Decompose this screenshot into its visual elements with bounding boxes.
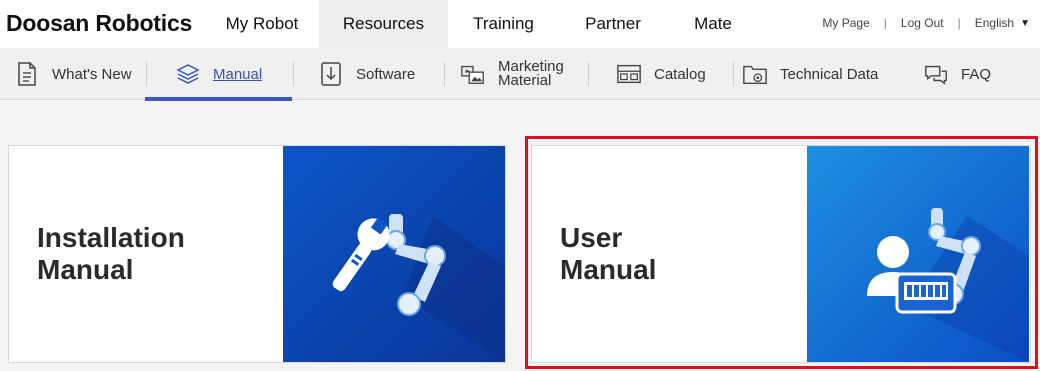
layers-icon bbox=[175, 61, 201, 87]
card-title-line1: User bbox=[560, 222, 623, 253]
divider bbox=[444, 62, 445, 86]
folder-gear-icon bbox=[742, 61, 768, 87]
caret-down-icon[interactable]: ▼ bbox=[1020, 18, 1030, 29]
util-separator: | bbox=[957, 16, 961, 30]
tab-catalog[interactable]: Catalog bbox=[616, 48, 706, 100]
divider bbox=[588, 62, 589, 86]
nav-item-partner[interactable]: Partner bbox=[559, 0, 667, 48]
media-icon bbox=[460, 61, 486, 87]
tab-manual[interactable]: Manual bbox=[144, 48, 293, 101]
nav-item-training[interactable]: Training bbox=[448, 0, 559, 48]
tab-label: Manual bbox=[213, 65, 263, 83]
language-select[interactable]: English bbox=[975, 16, 1014, 30]
nav-item-mate[interactable]: Mate bbox=[667, 0, 759, 48]
resources-sub-nav: What's New Manual Software Marketing Mat… bbox=[0, 48, 1040, 101]
util-separator: | bbox=[883, 16, 887, 30]
tab-label: FAQ bbox=[961, 65, 992, 83]
main-nav: My Robot Resources Training Partner Mate bbox=[205, 0, 759, 48]
manual-content: Installation Manual User Manual bbox=[0, 114, 1040, 371]
divider bbox=[733, 62, 734, 86]
card-title: Installation Manual bbox=[9, 146, 283, 362]
divider bbox=[146, 62, 147, 86]
installation-manual-card[interactable]: Installation Manual bbox=[8, 145, 506, 363]
brand-logo[interactable]: Doosan Robotics bbox=[6, 10, 192, 37]
wrench-robot-arm-icon bbox=[283, 146, 505, 362]
top-navigation-bar: Doosan Robotics My Robot Resources Train… bbox=[0, 0, 1040, 48]
card-title-line2: Manual bbox=[37, 254, 134, 285]
divider bbox=[293, 62, 294, 86]
tab-label: Technical Data bbox=[780, 65, 879, 83]
utility-links: My Page | Log Out | English ▼ bbox=[822, 16, 1030, 30]
my-page-link[interactable]: My Page bbox=[822, 16, 869, 30]
chat-bubbles-icon bbox=[923, 61, 949, 87]
card-title-line1: Installation bbox=[37, 222, 185, 253]
document-icon bbox=[14, 61, 40, 87]
tab-whats-new[interactable]: What's New bbox=[14, 48, 132, 100]
catalog-icon bbox=[616, 61, 642, 87]
download-icon bbox=[318, 61, 344, 87]
tab-technical-data[interactable]: Technical Data bbox=[742, 48, 878, 100]
user-pendant-robot-arm-icon bbox=[807, 146, 1029, 362]
tab-label: Software bbox=[356, 65, 416, 83]
user-manual-card[interactable]: User Manual bbox=[531, 145, 1031, 363]
tab-software[interactable]: Software bbox=[318, 48, 415, 100]
tab-label: What's New bbox=[52, 65, 132, 83]
card-title: User Manual bbox=[532, 146, 807, 362]
card-title-line2: Manual bbox=[560, 254, 657, 285]
tab-label-line2: Material bbox=[498, 72, 552, 89]
log-out-link[interactable]: Log Out bbox=[901, 16, 944, 30]
tab-label: Catalog bbox=[654, 65, 706, 83]
tab-faq[interactable]: FAQ bbox=[923, 48, 991, 100]
tab-marketing-material[interactable]: Marketing Material bbox=[460, 48, 564, 100]
nav-item-resources[interactable]: Resources bbox=[319, 0, 448, 48]
nav-item-my-robot[interactable]: My Robot bbox=[205, 0, 319, 48]
